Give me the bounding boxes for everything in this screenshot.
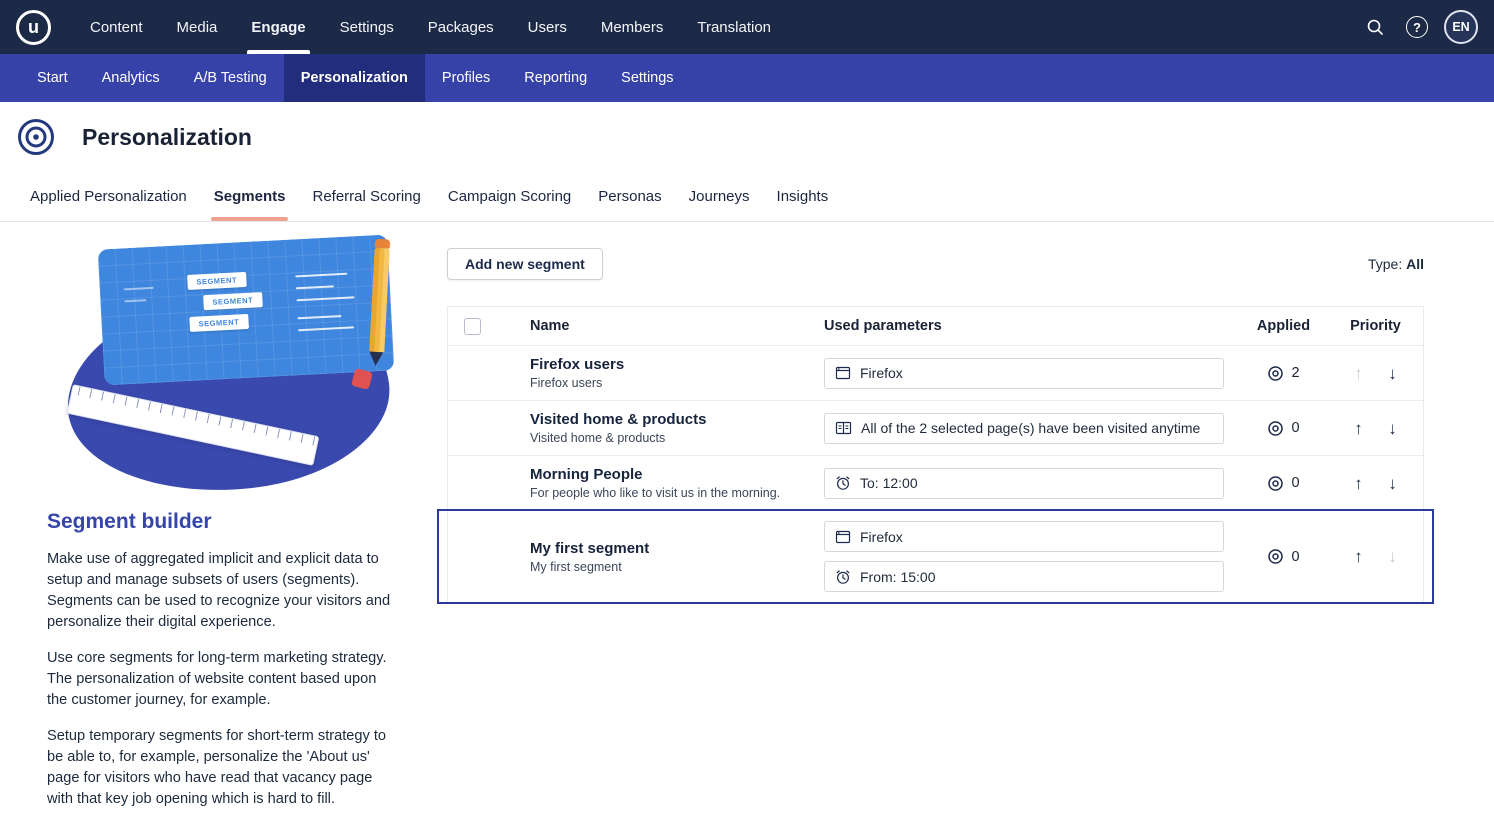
segment-builder-paragraph: Setup temporary segments for short-term … bbox=[47, 726, 399, 810]
table-row-visited-home-products[interactable]: Visited home & products Visited home & p… bbox=[448, 400, 1423, 455]
applied-count: 2 bbox=[1241, 365, 1326, 382]
segments-table: Name Used parameters Applied Priority Fi… bbox=[447, 306, 1424, 603]
applied-count: 0 bbox=[1241, 420, 1326, 437]
applied-bullseye-icon bbox=[1267, 420, 1284, 437]
topnav-item-translation[interactable]: Translation bbox=[680, 0, 788, 54]
type-filter[interactable]: Type: All bbox=[1368, 256, 1424, 272]
applied-count: 0 bbox=[1241, 475, 1326, 492]
clock-icon bbox=[835, 475, 851, 491]
parameter-label: All of the 2 selected page(s) have been … bbox=[861, 420, 1200, 436]
segment-description: For people who like to visit us in the m… bbox=[530, 486, 816, 500]
topnav-item-settings[interactable]: Settings bbox=[323, 0, 411, 54]
parameter-box: Firefox bbox=[824, 521, 1224, 552]
engage-sub-navigation: Start Analytics A/B Testing Personalizat… bbox=[0, 54, 1494, 102]
table-row-firefox-users[interactable]: Firefox users Firefox users Firefox 2 ↑ … bbox=[448, 345, 1423, 400]
segment-description: Visited home & products bbox=[530, 431, 816, 445]
column-header-name: Name bbox=[508, 318, 816, 334]
illustration-segment-tag: SEGMENT bbox=[203, 292, 262, 310]
segment-builder-paragraph: Make use of aggregated implicit and expl… bbox=[47, 549, 399, 633]
select-all-checkbox[interactable] bbox=[464, 318, 481, 335]
parameter-label: Firefox bbox=[860, 365, 903, 381]
topnav-item-users[interactable]: Users bbox=[511, 0, 584, 54]
priority-up-icon[interactable]: ↑ bbox=[1350, 420, 1368, 437]
column-header-used-parameters: Used parameters bbox=[816, 318, 1241, 334]
tab-applied-personalization[interactable]: Applied Personalization bbox=[30, 172, 187, 221]
topnav-item-media[interactable]: Media bbox=[160, 0, 235, 54]
subnav-item-personalization[interactable]: Personalization bbox=[284, 54, 425, 102]
subnav-item-profiles[interactable]: Profiles bbox=[425, 54, 507, 102]
browser-icon bbox=[835, 529, 851, 545]
table-header-row: Name Used parameters Applied Priority bbox=[448, 307, 1423, 345]
segments-main: Add new segment Type: All Name Used para… bbox=[447, 248, 1424, 810]
add-new-segment-button[interactable]: Add new segment bbox=[447, 248, 603, 280]
segment-name: My first segment bbox=[530, 540, 816, 557]
column-header-priority: Priority bbox=[1326, 318, 1425, 334]
tab-personas[interactable]: Personas bbox=[598, 172, 661, 221]
top-navigation: Content Media Engage Settings Packages U… bbox=[73, 0, 788, 54]
priority-up-icon: ↑ bbox=[1350, 365, 1368, 382]
search-icon[interactable] bbox=[1360, 12, 1390, 42]
user-avatar[interactable]: EN bbox=[1444, 10, 1478, 44]
tab-journeys[interactable]: Journeys bbox=[689, 172, 750, 221]
bullseye-icon bbox=[16, 117, 56, 157]
subnav-item-ab-testing[interactable]: A/B Testing bbox=[177, 54, 284, 102]
table-row-my-first-segment[interactable]: My first segment My first segment Firefo… bbox=[448, 510, 1423, 602]
parameter-label: From: 15:00 bbox=[860, 569, 935, 585]
table-row-morning-people[interactable]: Morning People For people who like to vi… bbox=[448, 455, 1423, 510]
browser-icon bbox=[835, 365, 851, 381]
illustration-segment-tag: SEGMENT bbox=[187, 272, 246, 290]
parameter-box: To: 12:00 bbox=[824, 468, 1224, 499]
segment-description: My first segment bbox=[530, 560, 816, 574]
subnav-item-reporting[interactable]: Reporting bbox=[507, 54, 604, 102]
segment-builder-heading: Segment builder bbox=[47, 510, 447, 534]
applied-bullseye-icon bbox=[1267, 548, 1284, 565]
priority-down-icon[interactable]: ↓ bbox=[1384, 420, 1402, 437]
segment-builder-illustration: SEGMENT SEGMENT SEGMENT bbox=[53, 242, 413, 494]
parameter-label: Firefox bbox=[860, 529, 903, 545]
tab-campaign-scoring[interactable]: Campaign Scoring bbox=[448, 172, 571, 221]
priority-down-icon[interactable]: ↓ bbox=[1384, 475, 1402, 492]
page-header: Personalization bbox=[0, 102, 1494, 172]
segment-name: Firefox users bbox=[530, 356, 816, 373]
segment-builder-paragraph: Use core segments for long-term marketin… bbox=[47, 648, 399, 711]
priority-up-icon[interactable]: ↑ bbox=[1350, 475, 1368, 492]
applied-bullseye-icon bbox=[1267, 475, 1284, 492]
pages-icon bbox=[835, 420, 852, 436]
personalization-tabs: Applied Personalization Segments Referra… bbox=[0, 172, 1494, 222]
clock-icon bbox=[835, 569, 851, 585]
segment-description: Firefox users bbox=[530, 376, 816, 390]
top-bar: u Content Media Engage Settings Packages… bbox=[0, 0, 1494, 54]
topnav-item-content[interactable]: Content bbox=[73, 0, 160, 54]
topnav-item-packages[interactable]: Packages bbox=[411, 0, 511, 54]
subnav-item-settings[interactable]: Settings bbox=[604, 54, 690, 102]
topnav-item-engage[interactable]: Engage bbox=[234, 0, 322, 54]
subnav-item-start[interactable]: Start bbox=[20, 54, 85, 102]
applied-bullseye-icon bbox=[1267, 365, 1284, 382]
segment-name: Visited home & products bbox=[530, 411, 816, 428]
segment-name: Morning People bbox=[530, 466, 816, 483]
tab-insights[interactable]: Insights bbox=[777, 172, 829, 221]
parameter-box: From: 15:00 bbox=[824, 561, 1224, 592]
topnav-item-members[interactable]: Members bbox=[584, 0, 681, 54]
segments-toolbar: Add new segment Type: All bbox=[447, 248, 1424, 280]
type-filter-value: All bbox=[1406, 256, 1424, 272]
illustration-board: SEGMENT SEGMENT SEGMENT bbox=[98, 235, 395, 386]
help-icon[interactable]: ? bbox=[1402, 12, 1432, 42]
umbraco-logo[interactable]: u bbox=[16, 10, 51, 45]
tab-segments[interactable]: Segments bbox=[214, 172, 286, 221]
tab-referral-scoring[interactable]: Referral Scoring bbox=[312, 172, 420, 221]
priority-up-icon[interactable]: ↑ bbox=[1350, 548, 1368, 565]
column-header-applied: Applied bbox=[1241, 318, 1326, 334]
parameter-label: To: 12:00 bbox=[860, 475, 918, 491]
applied-count: 0 bbox=[1241, 548, 1326, 565]
page-title: Personalization bbox=[82, 124, 252, 151]
illustration-segment-tag: SEGMENT bbox=[189, 314, 248, 332]
priority-down-icon: ↓ bbox=[1384, 548, 1402, 565]
parameter-box: Firefox bbox=[824, 358, 1224, 389]
priority-down-icon[interactable]: ↓ bbox=[1384, 365, 1402, 382]
parameter-box: All of the 2 selected page(s) have been … bbox=[824, 413, 1224, 444]
segment-builder-sidebar: SEGMENT SEGMENT SEGMENT Segment builder … bbox=[0, 222, 447, 810]
subnav-item-analytics[interactable]: Analytics bbox=[85, 54, 177, 102]
